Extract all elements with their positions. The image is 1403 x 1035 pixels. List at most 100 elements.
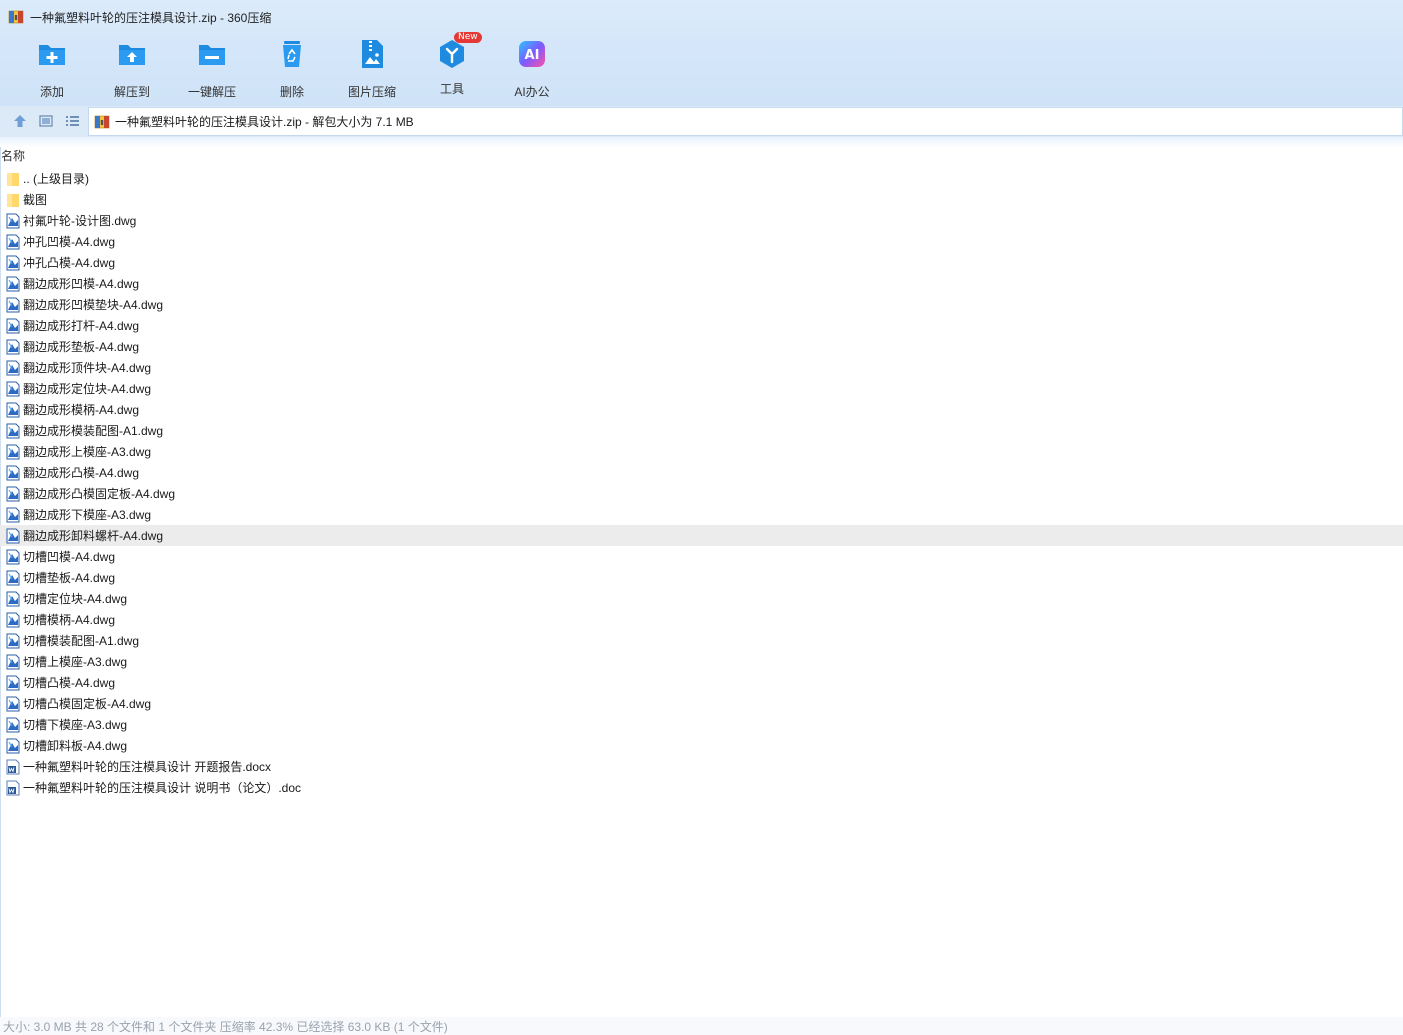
file-row[interactable]: 切槽卸料板-A4.dwg	[0, 735, 1403, 756]
file-name: 翻边成形垫板-A4.dwg	[23, 340, 140, 354]
list-view-icon[interactable]	[63, 112, 81, 130]
tools-label: 工具	[439, 82, 464, 96]
status-bar: 大小: 3.0 MB 共 28 个文件和 1 个文件夹 压缩率 42.3% 已经…	[0, 1017, 1403, 1035]
recycle-bin-icon	[283, 41, 301, 67]
one-click-extract-label: 一键解压	[187, 85, 236, 99]
file-name: 切槽下模座-A3.dwg	[23, 718, 128, 732]
dwg-file-icon	[6, 318, 20, 333]
file-name: 翻边成形凹模-A4.dwg	[23, 277, 140, 291]
add-button[interactable]: 添加	[16, 38, 88, 99]
tools-button[interactable]: New 工具	[416, 32, 488, 98]
file-row[interactable]: 翻边成形上模座-A3.dwg	[0, 441, 1403, 462]
image-compress-label: 图片压缩	[347, 85, 396, 99]
file-name: 翻边成形上模座-A3.dwg	[23, 445, 152, 459]
thumbnail-view-icon[interactable]	[37, 112, 55, 130]
path-field[interactable]: 一种氟塑料叶轮的压注模具设计.zip - 解包大小为 7.1 MB	[88, 107, 1403, 136]
file-row[interactable]: 翻边成形凹模-A4.dwg	[0, 273, 1403, 294]
delete-label: 删除	[279, 85, 304, 99]
dwg-file-icon	[6, 381, 20, 396]
file-row[interactable]: 切槽模装配图-A1.dwg	[0, 630, 1403, 651]
file-row[interactable]: 翻边成形下模座-A3.dwg	[0, 504, 1403, 525]
file-row[interactable]: 切槽凹模-A4.dwg	[0, 546, 1403, 567]
dwg-file-icon	[6, 444, 20, 459]
file-row[interactable]: 切槽下模座-A3.dwg	[0, 714, 1403, 735]
up-arrow-icon[interactable]	[11, 112, 29, 130]
file-row[interactable]: 翻边成形凸模固定板-A4.dwg	[0, 483, 1403, 504]
file-row[interactable]: 翻边成形定位块-A4.dwg	[0, 378, 1403, 399]
add-folder-icon	[39, 45, 65, 65]
file-name: 翻边成形模柄-A4.dwg	[23, 403, 140, 417]
file-name: 切槽模柄-A4.dwg	[23, 613, 116, 627]
word-document-icon	[6, 780, 20, 795]
file-row[interactable]: 翻边成形顶件块-A4.dwg	[0, 357, 1403, 378]
dwg-file-icon	[6, 612, 20, 627]
header-divider	[0, 137, 1403, 147]
file-name: 切槽凸模-A4.dwg	[23, 676, 116, 690]
folder-icon	[7, 172, 19, 186]
folder-icon	[7, 193, 19, 207]
file-name: 翻边成形定位块-A4.dwg	[23, 382, 152, 396]
add-label: 添加	[39, 85, 64, 99]
file-name: 切槽模装配图-A1.dwg	[23, 634, 140, 648]
file-row[interactable]: 翻边成形垫板-A4.dwg	[0, 336, 1403, 357]
file-name: 截图	[23, 193, 48, 207]
dwg-file-icon	[6, 486, 20, 501]
file-name: 切槽凸模固定板-A4.dwg	[23, 697, 152, 711]
file-name: 衬氟叶轮-设计图.dwg	[23, 214, 137, 228]
one-click-extract-button[interactable]: 一键解压	[176, 38, 248, 99]
extract-to-button[interactable]: 解压到	[96, 38, 168, 99]
ai-office-label: AI办公	[514, 85, 550, 99]
file-row[interactable]: 衬氟叶轮-设计图.dwg	[0, 210, 1403, 231]
file-row[interactable]: 翻边成形凸模-A4.dwg	[0, 462, 1403, 483]
ai-office-button[interactable]: AI AI办公	[496, 38, 568, 99]
file-row[interactable]: 一种氟塑料叶轮的压注模具设计 说明书（论文）.doc	[0, 777, 1403, 798]
file-row[interactable]: 切槽模柄-A4.dwg	[0, 609, 1403, 630]
delete-button[interactable]: 删除	[256, 38, 328, 99]
image-compress-icon	[362, 40, 383, 68]
file-name: 翻边成形模装配图-A1.dwg	[23, 424, 164, 438]
file-name: 切槽定位块-A4.dwg	[23, 592, 128, 606]
file-row[interactable]: 翻边成形打杆-A4.dwg	[0, 315, 1403, 336]
file-row[interactable]: 切槽垫板-A4.dwg	[0, 567, 1403, 588]
dwg-file-icon	[6, 654, 20, 669]
dwg-file-icon	[6, 696, 20, 711]
new-badge: New	[454, 32, 482, 43]
dwg-file-icon	[6, 633, 20, 648]
file-row[interactable]: 冲孔凸模-A4.dwg	[0, 252, 1403, 273]
file-name: 切槽垫板-A4.dwg	[23, 571, 116, 585]
file-name: 切槽卸料板-A4.dwg	[23, 739, 128, 753]
dwg-file-icon	[6, 423, 20, 438]
file-row[interactable]: 冲孔凹模-A4.dwg	[0, 231, 1403, 252]
dwg-file-icon	[6, 339, 20, 354]
file-row[interactable]: 切槽上模座-A3.dwg	[0, 651, 1403, 672]
folder-row[interactable]: 截图	[0, 189, 1403, 210]
word-document-icon	[6, 759, 20, 774]
dwg-file-icon	[6, 402, 20, 417]
window-title: 一种氟塑料叶轮的压注模具设计.zip - 360压缩	[30, 10, 272, 25]
dwg-file-icon	[6, 549, 20, 564]
dwg-file-icon	[6, 297, 20, 312]
folder-row[interactable]: .. (上级目录)	[0, 168, 1403, 189]
image-compress-button[interactable]: 图片压缩	[336, 38, 408, 99]
file-name: 翻边成形凸模-A4.dwg	[23, 466, 140, 480]
file-name: 切槽凹模-A4.dwg	[23, 550, 116, 564]
dwg-file-icon	[6, 717, 20, 732]
file-row[interactable]: 翻边成形凹模垫块-A4.dwg	[0, 294, 1403, 315]
file-row[interactable]: 切槽凸模固定板-A4.dwg	[0, 693, 1403, 714]
dwg-file-icon	[6, 213, 20, 228]
zip-archive-icon	[8, 10, 24, 24]
extract-to-icon	[119, 45, 145, 65]
file-row[interactable]: 翻边成形模柄-A4.dwg	[0, 399, 1403, 420]
file-name: 切槽上模座-A3.dwg	[23, 655, 128, 669]
column-header-name[interactable]: 名称	[1, 147, 25, 164]
file-row[interactable]: 翻边成形卸料螺杆-A4.dwg	[0, 525, 1403, 546]
file-row[interactable]: 一种氟塑料叶轮的压注模具设计 开题报告.docx	[0, 756, 1403, 777]
file-row[interactable]: 切槽凸模-A4.dwg	[0, 672, 1403, 693]
file-name: 一种氟塑料叶轮的压注模具设计 说明书（论文）.doc	[23, 781, 302, 795]
dwg-file-icon	[6, 570, 20, 585]
file-row[interactable]: 切槽定位块-A4.dwg	[0, 588, 1403, 609]
file-row[interactable]: 翻边成形模装配图-A1.dwg	[0, 420, 1403, 441]
extract-to-label: 解压到	[113, 85, 150, 99]
file-name: 翻边成形打杆-A4.dwg	[23, 319, 140, 333]
dwg-file-icon	[6, 465, 20, 480]
